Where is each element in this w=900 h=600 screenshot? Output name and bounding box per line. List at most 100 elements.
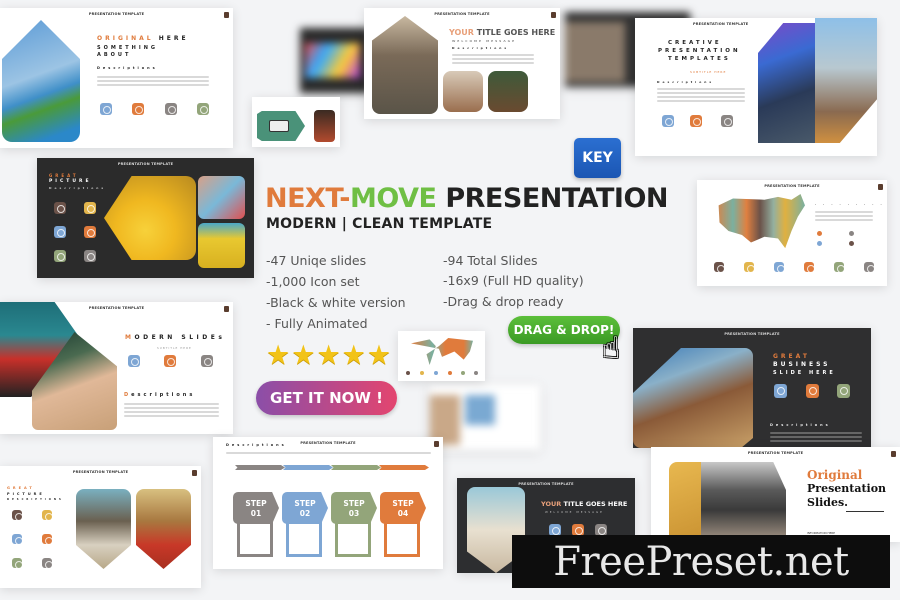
slide-descriptions-label: Descriptions	[226, 443, 287, 447]
slide-descriptions-label: Descriptions	[49, 186, 107, 190]
slide-subtitle: ABOUT	[97, 52, 132, 58]
slide-tagline: WELCOME MESSAGE	[545, 510, 604, 514]
timeline-arrow	[379, 465, 429, 470]
slide-great-picture-light[interactable]: PRESENTATION TEMPLATE GREAT PICTURE DESC…	[0, 466, 201, 588]
star-icon: ★	[366, 340, 392, 371]
slide-title-line: Slides.	[807, 496, 849, 509]
popart-photo	[198, 176, 245, 219]
slide-title-line: BUSINESS	[773, 361, 831, 368]
feature-icon	[774, 384, 787, 398]
slide-descriptions-label: · · · · · · · · ·	[815, 202, 885, 206]
get-it-now-button[interactable]: GET IT NOW !	[256, 381, 397, 415]
step-badge[interactable]: STEP 02	[282, 492, 328, 524]
feature-icon	[165, 103, 177, 115]
slide-title-line: PICTURE	[49, 179, 92, 184]
feature-icon	[804, 262, 815, 273]
star-icon: ★	[341, 340, 366, 371]
feature-icon	[42, 558, 53, 569]
timeline-arrow	[235, 465, 285, 470]
slide-title-line: GREAT	[773, 353, 810, 360]
slide-title-line: TEMPLATES	[668, 56, 731, 62]
feature-icon	[84, 226, 96, 238]
feature-icon	[714, 262, 725, 273]
feature-item: -1,000 Icon set	[266, 274, 360, 289]
feature-icon	[128, 355, 140, 367]
shield-photo	[136, 489, 191, 569]
slide-usa-map[interactable]: PRESENTATION TEMPLATE · · · · · · · · ·	[697, 180, 887, 286]
feature-item: -47 Uniqe slides	[266, 253, 367, 268]
camera-icon	[269, 120, 289, 132]
map-legend-dot	[849, 231, 854, 236]
divider	[846, 511, 884, 512]
slide-title: YOUR TITLE GOES HERE	[541, 500, 628, 508]
flowers-photo	[198, 223, 245, 268]
feature-icon	[406, 371, 417, 381]
feature-icon	[690, 115, 702, 127]
hero-subtitle: MODERN | CLEAN TEMPLATE	[266, 216, 493, 232]
slide-tagline: SUBTITLE HERE	[157, 346, 192, 350]
lorem-text	[226, 450, 431, 456]
slide-title-line: PRESENTATION	[658, 48, 741, 54]
star-icon: ★	[266, 340, 291, 371]
feature-icon	[461, 371, 472, 381]
hexagon-photo	[372, 16, 438, 114]
slide-original-here[interactable]: PRESENTATION TEMPLATE ORIGINAL HERE SOME…	[0, 8, 233, 148]
slide-descriptions-label: Descriptions	[97, 66, 158, 70]
hand-pointer-icon: ☝	[602, 331, 621, 366]
feature-icon	[434, 371, 445, 381]
hero-title: NEXT-MOVE PRESENTATION	[265, 183, 668, 214]
slide-header: PRESENTATION TEMPLATE	[764, 184, 820, 188]
slide-world-map[interactable]	[398, 331, 485, 381]
hexagon-photo	[2, 20, 80, 142]
feature-icon	[744, 262, 755, 273]
slide-creative-templates[interactable]: PRESENTATION TEMPLATE CREATIVE PRESENTAT…	[635, 18, 877, 156]
feature-icon	[197, 103, 209, 115]
hexagon-photo	[758, 23, 821, 143]
feature-item: - Fully Animated	[266, 316, 368, 331]
slide-modern-slides[interactable]: PRESENTATION TEMPLATE MMODERN SLIDESODER…	[0, 302, 233, 434]
slide-descriptions-label: Descriptions	[657, 80, 715, 84]
slide-title-line: DESCRIPTIONS	[7, 498, 64, 501]
feature-icon	[662, 115, 674, 127]
slide-title: ORIGINAL HERE	[97, 35, 189, 42]
slide-steps[interactable]: PRESENTATION TEMPLATE Descriptions STEP 0…	[213, 437, 443, 569]
slide-your-title[interactable]: PRESENTATION TEMPLATE YOUR TITLE GOES HE…	[364, 8, 560, 119]
feature-item: -Drag & drop ready	[443, 294, 564, 309]
step-badge[interactable]: STEP 04	[380, 492, 426, 524]
slide-header: PRESENTATION TEMPLATE	[434, 12, 490, 16]
slide-title-line: GREAT	[49, 173, 79, 178]
slide-header: PRESENTATION TEMPLATE	[747, 451, 804, 455]
lorem-text	[124, 401, 219, 419]
feature-item: -16x9 (Full HD quality)	[443, 273, 584, 288]
slide-great-picture-dark[interactable]: PRESENTATION TEMPLATE GREAT PICTURE Desc…	[37, 158, 254, 278]
feature-icon	[420, 371, 431, 381]
slide-original-presentation[interactable]: PRESENTATION TEMPLATE Original Presentat…	[651, 447, 900, 542]
step-badge[interactable]: STEP 03	[331, 492, 377, 524]
feature-icon	[474, 371, 485, 381]
hexagon-photo	[633, 348, 753, 448]
logo-icon	[551, 12, 556, 18]
feature-icon	[806, 384, 819, 398]
feature-icon	[448, 371, 459, 381]
feature-icon	[100, 103, 112, 115]
timeline-arrow	[283, 465, 333, 470]
blurred-slide-middle	[430, 385, 540, 450]
feature-item: -94 Total Slides	[443, 253, 538, 268]
feature-icon	[12, 510, 23, 521]
step-badge[interactable]: STEP 01	[233, 492, 279, 524]
feature-icon	[834, 262, 845, 273]
feature-icon	[54, 226, 66, 238]
lorem-text	[770, 430, 862, 444]
slide-great-business-dark[interactable]: PRESENTATION TEMPLATE GREAT BUSINESS SLI…	[633, 328, 871, 448]
watermark-banner: FreePreset.net	[512, 535, 890, 588]
hexagon-photo	[104, 176, 196, 260]
logo-icon	[878, 184, 883, 190]
torn-photo	[815, 18, 877, 143]
map-legend-dot	[849, 241, 854, 246]
usa-map	[718, 194, 805, 249]
lorem-text	[657, 86, 745, 104]
feature-icon	[837, 384, 850, 398]
feature-icon	[12, 558, 23, 569]
slide-camera[interactable]	[252, 97, 340, 147]
timeline-arrow	[331, 465, 381, 470]
